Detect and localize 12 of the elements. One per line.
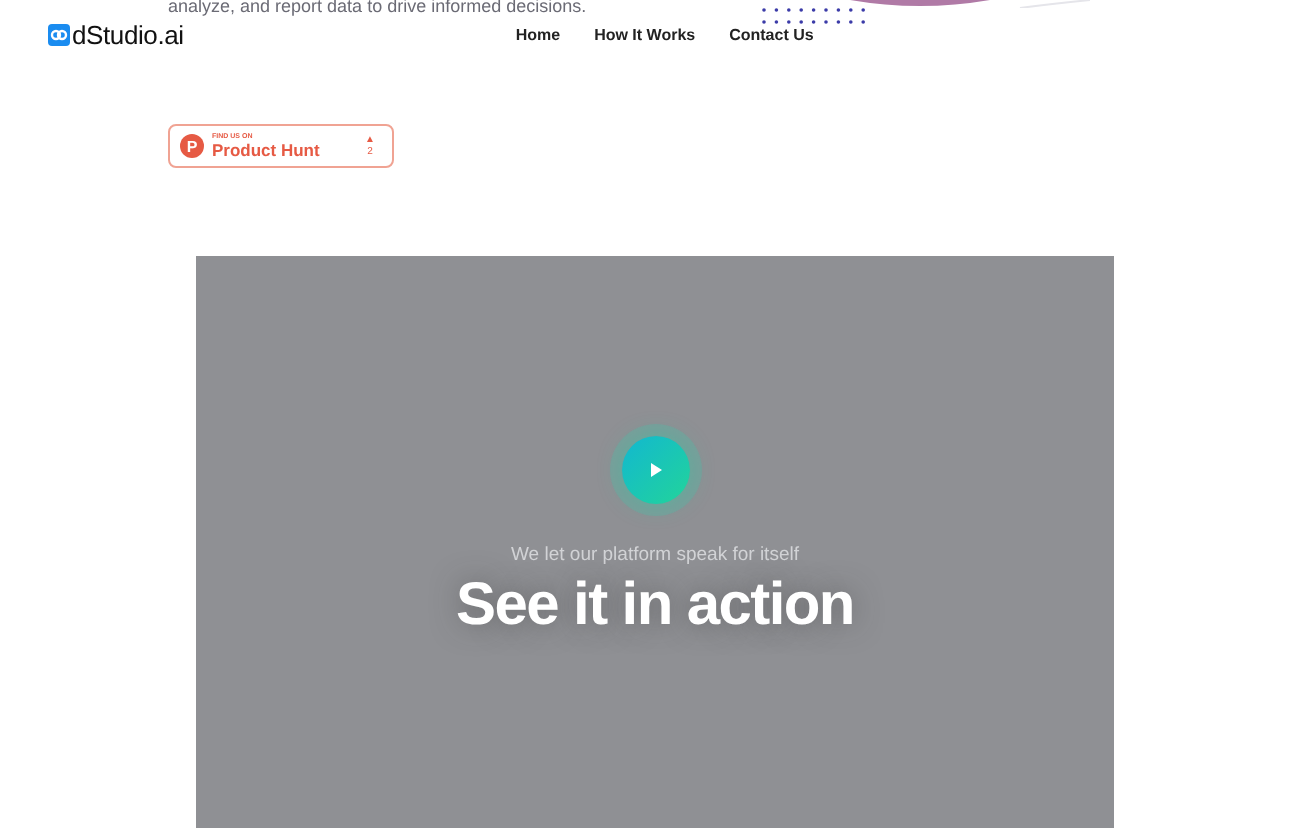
nav-link[interactable]: Contact Us [729,25,814,43]
product-hunt-logo-icon: P [180,134,204,158]
logo-text: dStudio.ai [72,19,184,49]
badge-name: Product Hunt [212,142,322,160]
video-subtitle: We let our platform speak for itself [511,544,799,566]
play-icon [647,462,663,478]
dots-drawing [762,8,866,24]
logo-icon [48,23,70,45]
nav-link[interactable]: Home [515,25,561,43]
play-button[interactable] [621,436,689,504]
nav-link[interactable]: How It Works [594,25,696,43]
video-title: See it in action [456,572,854,640]
